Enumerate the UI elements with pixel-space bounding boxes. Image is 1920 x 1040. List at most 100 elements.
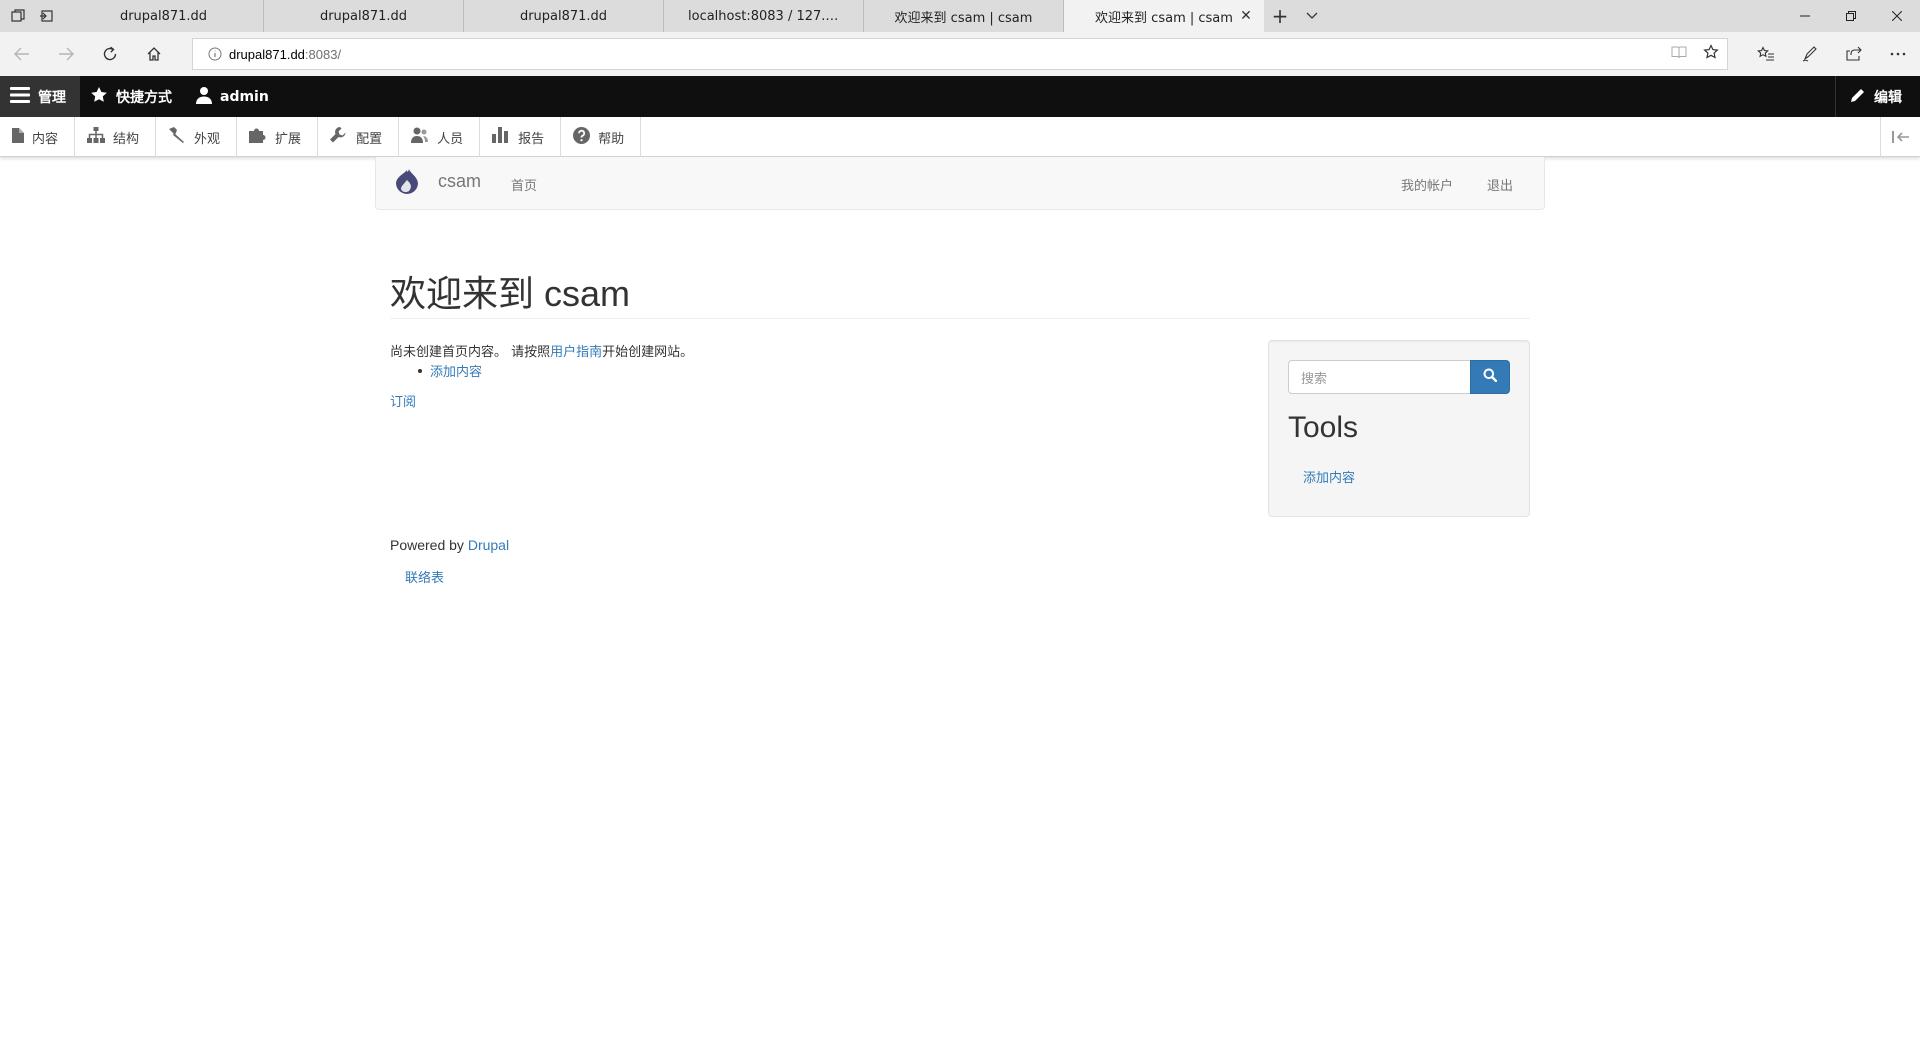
tab-title: 欢迎来到 csam | csam bbox=[1095, 10, 1233, 26]
tab-list-chevron-icon[interactable] bbox=[1296, 0, 1328, 32]
tray-item-structure[interactable]: 结构 bbox=[75, 117, 157, 157]
browser-tab-1[interactable]: drupal871.dd bbox=[64, 0, 264, 32]
tray-item-appearance[interactable]: 外观 bbox=[156, 117, 238, 157]
site-info-icon[interactable] bbox=[201, 47, 229, 61]
tab-title: localhost:8083 / 127.0.0.1 / bbox=[688, 8, 863, 24]
toolbar-user-label: admin bbox=[220, 88, 269, 105]
sidebar-well: 搜索 Tools 添加内容 bbox=[1268, 340, 1530, 517]
bar-chart-icon bbox=[492, 127, 510, 147]
user-guide-link[interactable]: 用户指南 bbox=[550, 345, 602, 360]
more-options-icon[interactable] bbox=[1876, 32, 1920, 76]
tray-item-label: 外观 bbox=[194, 131, 221, 147]
toolbar-user-tab[interactable]: admin bbox=[186, 76, 283, 117]
browser-tab-4[interactable]: localhost:8083 / 127.0.0.1 / bbox=[664, 0, 864, 32]
search-button[interactable] bbox=[1470, 360, 1510, 394]
browser-tab-5[interactable]: 欢迎来到 csam | csam bbox=[864, 0, 1064, 32]
reading-view-icon[interactable] bbox=[1671, 45, 1687, 63]
share-icon[interactable] bbox=[1832, 32, 1876, 76]
tab-title: drupal871.dd bbox=[119, 8, 208, 24]
add-content-link[interactable]: 添加内容 bbox=[430, 361, 482, 380]
tab-title: drupal871.dd bbox=[519, 8, 608, 24]
search-input[interactable]: 搜索 bbox=[1288, 360, 1470, 394]
url-host: drupal871.dd bbox=[229, 46, 305, 62]
home-icon[interactable] bbox=[132, 32, 176, 76]
title-divider bbox=[390, 318, 1530, 319]
browser-tab-active[interactable]: 欢迎来到 csam | csam ✕ bbox=[1064, 0, 1264, 32]
sitemap-icon bbox=[87, 127, 106, 147]
back-arrow-icon[interactable] bbox=[0, 32, 44, 76]
tray-item-label: 报告 bbox=[518, 131, 545, 147]
restore-icon[interactable] bbox=[1828, 0, 1874, 32]
favorites-hub-icon[interactable] bbox=[1744, 32, 1788, 76]
my-account-link[interactable]: 我的帐户 bbox=[1401, 175, 1453, 194]
toolbar-manage-label: 管理 bbox=[38, 89, 66, 106]
help-icon bbox=[573, 126, 591, 148]
browser-tab-3[interactable]: drupal871.dd bbox=[464, 0, 664, 32]
favorite-star-icon[interactable] bbox=[1703, 44, 1719, 64]
admin-toolbar-tray: 内容 结构 外观 扩展 配置 人员 报告 帮助 bbox=[0, 117, 1920, 157]
web-note-pen-icon[interactable] bbox=[1788, 32, 1832, 76]
url-text: drupal871.dd:8083/ bbox=[229, 47, 341, 62]
tray-item-label: 帮助 bbox=[598, 131, 625, 147]
browser-tab-2[interactable]: drupal871.dd bbox=[264, 0, 464, 32]
browser-navigation-bar: drupal871.dd:8083/ bbox=[0, 32, 1920, 76]
empty-text-before: 尚未创建首页内容。 请按照 bbox=[390, 345, 551, 360]
tray-item-extend[interactable]: 扩展 bbox=[237, 117, 319, 157]
logout-link[interactable]: 退出 bbox=[1487, 175, 1513, 194]
tools-add-content-link[interactable]: 添加内容 bbox=[1303, 467, 1355, 486]
forward-arrow-icon[interactable] bbox=[44, 32, 88, 76]
tray-item-label: 扩展 bbox=[275, 131, 302, 147]
site-navbar: csam 首页 我的帐户 退出 bbox=[375, 157, 1545, 210]
contact-form-link[interactable]: 联络表 bbox=[405, 567, 444, 586]
tray-item-help[interactable]: 帮助 bbox=[561, 117, 642, 157]
tray-item-label: 人员 bbox=[437, 131, 464, 147]
window-controls bbox=[1782, 0, 1920, 32]
home-link[interactable]: 首页 bbox=[511, 175, 537, 194]
search-icon bbox=[1483, 368, 1498, 386]
drupal-link[interactable]: Drupal bbox=[468, 537, 509, 553]
tabs-aside-icon[interactable] bbox=[10, 8, 26, 24]
tray-item-configuration[interactable]: 配置 bbox=[318, 117, 400, 157]
wrench-icon bbox=[330, 127, 348, 147]
drupal-logo-icon[interactable] bbox=[392, 168, 422, 198]
people-icon bbox=[411, 127, 429, 147]
tab-close-icon[interactable]: ✕ bbox=[1238, 8, 1254, 24]
powered-by-text: Powered by Drupal bbox=[390, 537, 509, 553]
paintbrush-icon bbox=[168, 127, 186, 147]
bullet bbox=[418, 368, 422, 373]
tab-controls bbox=[0, 0, 64, 32]
tray-item-content[interactable]: 内容 bbox=[0, 117, 76, 157]
close-window-icon[interactable] bbox=[1874, 0, 1920, 32]
tray-item-people[interactable]: 人员 bbox=[399, 117, 481, 157]
tray-item-reports[interactable]: 报告 bbox=[480, 117, 562, 157]
admin-toolbar-bar: 管理 快捷方式 admin 编辑 bbox=[0, 76, 1920, 117]
star-icon bbox=[90, 86, 108, 108]
browser-tab-strip: drupal871.dd drupal871.dd drupal871.dd l… bbox=[0, 0, 1920, 32]
site-name-link[interactable]: csam bbox=[438, 171, 481, 192]
toolbar-edit-button[interactable]: 编辑 bbox=[1835, 76, 1920, 117]
new-tab-icon[interactable]: + bbox=[1264, 0, 1296, 32]
tab-title: 欢迎来到 csam | csam bbox=[894, 10, 1033, 26]
powered-by-label: Powered by bbox=[390, 537, 468, 553]
url-port: :8083/ bbox=[304, 46, 342, 62]
toolbar-shortcuts-tab[interactable]: 快捷方式 bbox=[80, 76, 186, 117]
toolbar-shortcuts-label: 快捷方式 bbox=[116, 89, 172, 106]
feed-link[interactable]: 订阅 bbox=[390, 391, 416, 410]
toolbar-edit-label: 编辑 bbox=[1874, 89, 1902, 106]
set-tabs-aside-icon[interactable] bbox=[38, 8, 54, 24]
puzzle-icon bbox=[249, 127, 267, 147]
empty-front-page-message: 尚未创建首页内容。 请按照用户指南开始创建网站。 bbox=[390, 341, 693, 360]
address-bar-actions bbox=[1671, 39, 1719, 69]
address-bar[interactable]: drupal871.dd:8083/ bbox=[192, 38, 1728, 70]
tray-orientation-toggle-icon[interactable] bbox=[1880, 117, 1920, 157]
tray-item-label: 配置 bbox=[356, 131, 383, 147]
page-title: 欢迎来到 csam bbox=[390, 273, 631, 314]
minimize-icon[interactable] bbox=[1782, 0, 1828, 32]
hamburger-menu-icon bbox=[10, 86, 30, 108]
tray-item-label: 结构 bbox=[113, 131, 140, 147]
file-icon bbox=[12, 127, 24, 147]
refresh-icon[interactable] bbox=[88, 32, 132, 76]
empty-text-after: 开始创建网站。 bbox=[602, 345, 694, 360]
toolbar-manage-tab[interactable]: 管理 bbox=[0, 76, 80, 117]
tab-title: drupal871.dd bbox=[319, 8, 408, 24]
